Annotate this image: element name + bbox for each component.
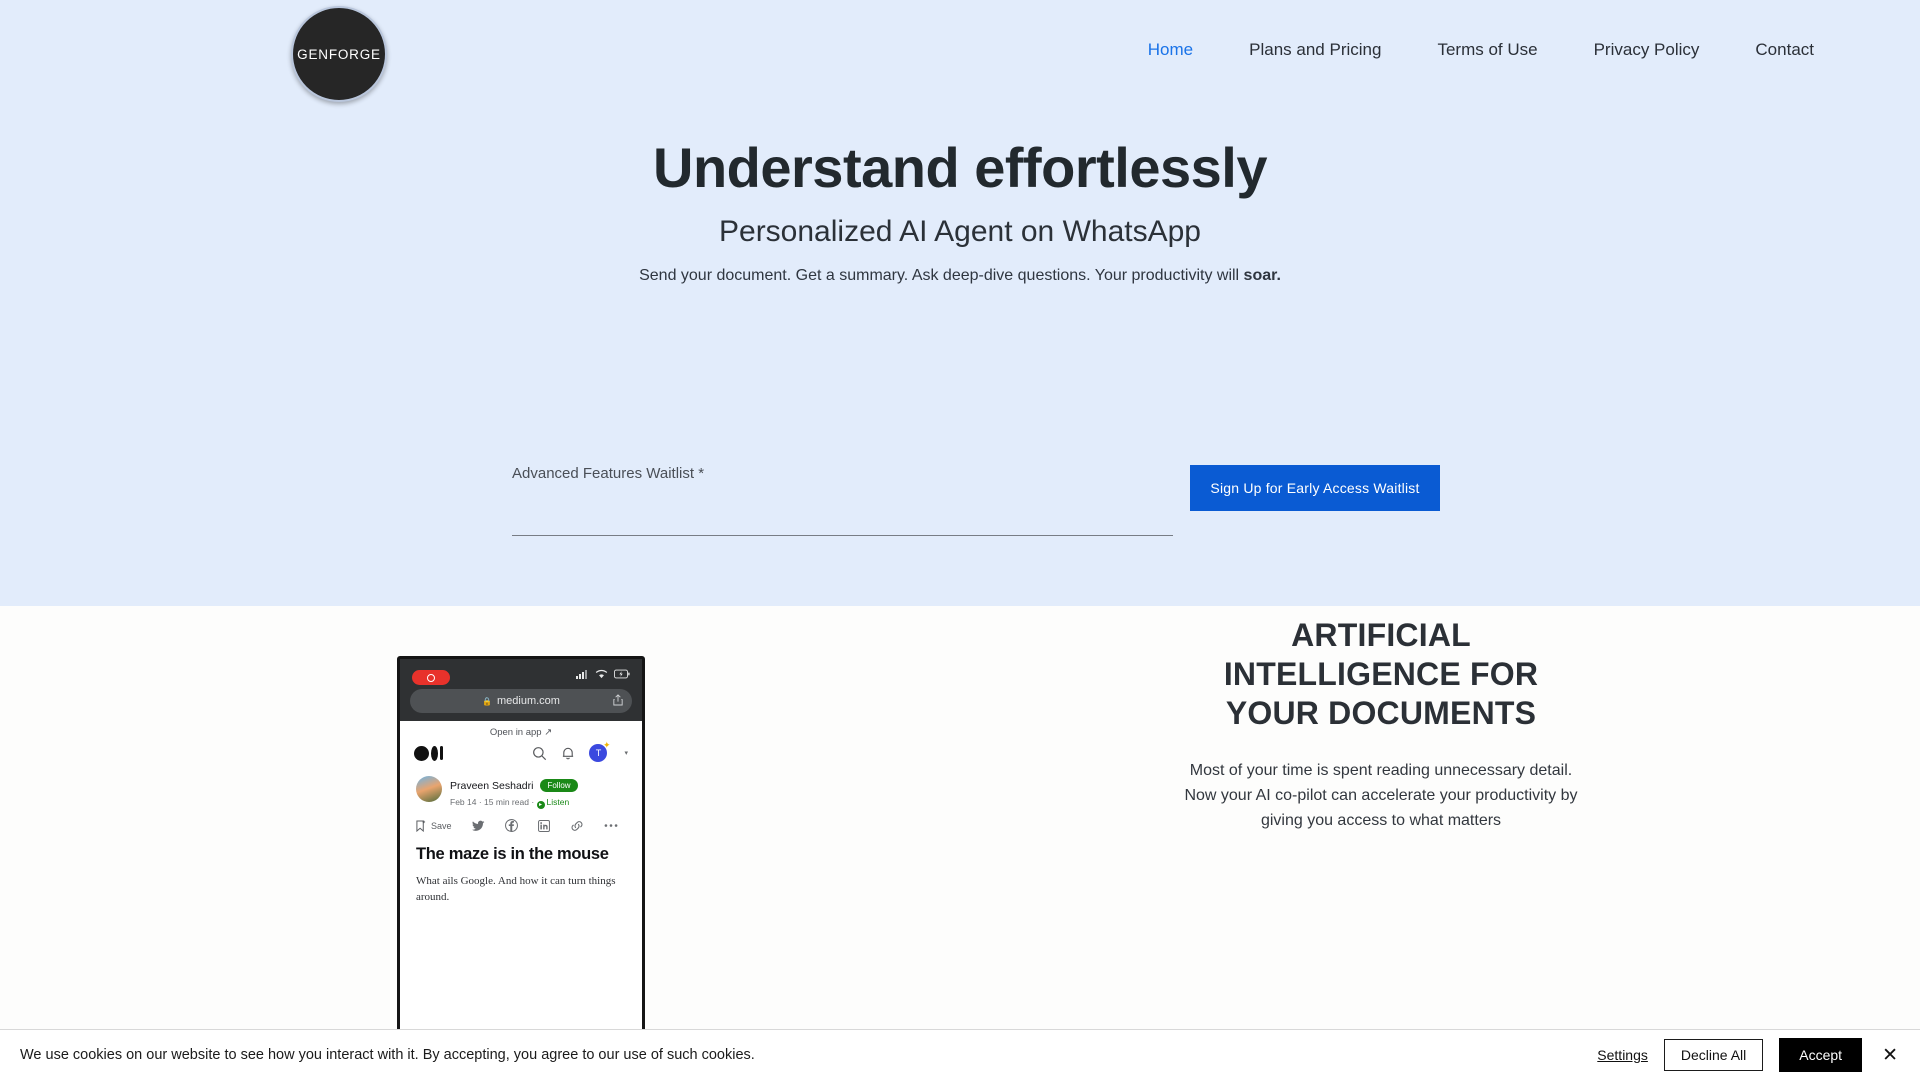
medium-actions: T ✦ ▾: [532, 740, 628, 762]
waitlist-field-group: Advanced Features Waitlist *: [512, 465, 1173, 536]
accept-button[interactable]: Accept: [1779, 1038, 1863, 1072]
browser-url-text: medium.com: [497, 695, 560, 707]
cookie-settings-link[interactable]: Settings: [1597, 1047, 1648, 1063]
phone-status-bar: 🔒 medium.com: [400, 659, 642, 721]
share-icon[interactable]: [613, 694, 623, 706]
save-button[interactable]: Save: [416, 820, 452, 832]
hero-subtitle: Personalized AI Agent on WhatsApp: [719, 215, 1201, 248]
avatar[interactable]: T ✦: [589, 740, 610, 762]
open-in-app-link[interactable]: Open in app ↗: [400, 721, 642, 742]
article-subtitle: What ails Google. And how it can turn th…: [416, 874, 616, 903]
cookie-consent-actions: Settings Decline All Accept ✕: [1597, 1038, 1902, 1072]
nav-item-plans-and-pricing[interactable]: Plans and Pricing: [1221, 40, 1409, 60]
article-toolbar: Save: [400, 809, 642, 840]
browser-url-bar[interactable]: 🔒 medium.com: [410, 689, 632, 713]
bookmark-icon: [416, 820, 426, 832]
record-dot-icon: [427, 673, 435, 682]
main-navigation: Home Plans and Pricing Terms of Use Priv…: [1120, 40, 1842, 60]
brand-logo[interactable]: GENFORGE: [291, 6, 387, 102]
article-date: Feb 14: [450, 797, 477, 807]
meta-separator-2: ·: [531, 797, 537, 807]
hero-title: Understand effortlessly: [653, 136, 1268, 199]
play-icon: ▸: [536, 801, 545, 809]
nav-item-contact[interactable]: Contact: [1727, 40, 1842, 60]
article-author-row: Praveen Seshadri Follow Feb 14 · 15 min r…: [400, 770, 642, 809]
battery-charging-icon: [614, 669, 630, 679]
brand-logo-text: GENFORGE: [297, 46, 381, 62]
hero-section: GENFORGE Home Plans and Pricing Terms of…: [0, 0, 1920, 606]
page-root: GENFORGE Home Plans and Pricing Terms of…: [0, 0, 1920, 1080]
close-icon[interactable]: ✕: [1878, 1046, 1902, 1065]
article-title: The maze is in the mouse: [416, 845, 609, 863]
article-read-time: 15 min read: [484, 797, 529, 807]
medium-logo-icon[interactable]: [414, 745, 443, 761]
facebook-icon[interactable]: [504, 819, 518, 832]
medium-logo-circle: [414, 745, 429, 761]
hero-description-emphasis: soar.: [1243, 267, 1281, 284]
linkedin-icon[interactable]: [537, 819, 550, 832]
waitlist-input[interactable]: [512, 508, 1173, 536]
nav-item-privacy-policy[interactable]: Privacy Policy: [1566, 40, 1728, 60]
notification-bell-icon[interactable]: [561, 746, 575, 761]
medium-top-bar: T ✦ ▾: [400, 740, 642, 770]
wifi-icon: [595, 669, 608, 679]
phone-mockup: 🔒 medium.com Open in app ↗ T ✦ ▾ Praveen…: [397, 656, 645, 1056]
save-label: Save: [431, 820, 452, 831]
article-meta: Feb 14 · 15 min read · ▸ Listen: [450, 797, 578, 809]
article-author-block: Praveen Seshadri Follow Feb 14 · 15 min r…: [450, 776, 578, 809]
link-icon[interactable]: [570, 820, 584, 832]
search-icon[interactable]: [532, 746, 547, 761]
nav-item-terms-of-use[interactable]: Terms of Use: [1409, 40, 1565, 60]
follow-button[interactable]: Follow: [540, 779, 578, 792]
more-options-icon[interactable]: [604, 823, 618, 828]
feature-heading: ARTIFICIAL INTELLIGENCE FOR YOUR DOCUMEN…: [1223, 617, 1539, 732]
hero-description-plain: Send your document. Get a summary. Ask d…: [639, 267, 1244, 284]
twitter-icon[interactable]: [471, 820, 485, 832]
features-section: 🔒 medium.com Open in app ↗ T ✦ ▾ Praveen…: [0, 606, 1920, 1080]
author-name: Praveen Seshadri: [450, 780, 534, 792]
author-avatar: [416, 776, 442, 802]
waitlist-input-label: Advanced Features Waitlist *: [512, 465, 705, 482]
listen-button[interactable]: Listen: [547, 797, 570, 807]
signup-waitlist-button[interactable]: Sign Up for Early Access Waitlist: [1190, 465, 1440, 511]
feature-body-text: Most of your time is spent reading unnec…: [1184, 762, 1578, 829]
hero-description: Send your document. Get a summary. Ask d…: [0, 267, 1920, 285]
phone-status-icons: [576, 669, 630, 679]
cookie-consent-text: We use cookies on our website to see how…: [20, 1047, 755, 1063]
waitlist-form: Advanced Features Waitlist * Sign Up for…: [0, 455, 1920, 545]
sparkle-icon: ✦: [602, 740, 611, 750]
medium-logo-bar: [440, 746, 443, 760]
cookie-consent-banner: We use cookies on our website to see how…: [0, 1029, 1920, 1080]
cellular-signal-icon: [576, 670, 587, 679]
decline-all-button[interactable]: Decline All: [1663, 1039, 1764, 1071]
record-indicator-icon: [412, 670, 450, 685]
medium-logo-oval: [431, 745, 438, 761]
chevron-down-icon[interactable]: ▾: [624, 749, 628, 757]
site-header: GENFORGE Home Plans and Pricing Terms of…: [0, 0, 1920, 102]
lock-icon: 🔒: [482, 696, 492, 706]
feature-text-column: ARTIFICIAL INTELLIGENCE FOR YOUR DOCUMEN…: [1181, 616, 1581, 833]
nav-item-home[interactable]: Home: [1120, 40, 1221, 60]
